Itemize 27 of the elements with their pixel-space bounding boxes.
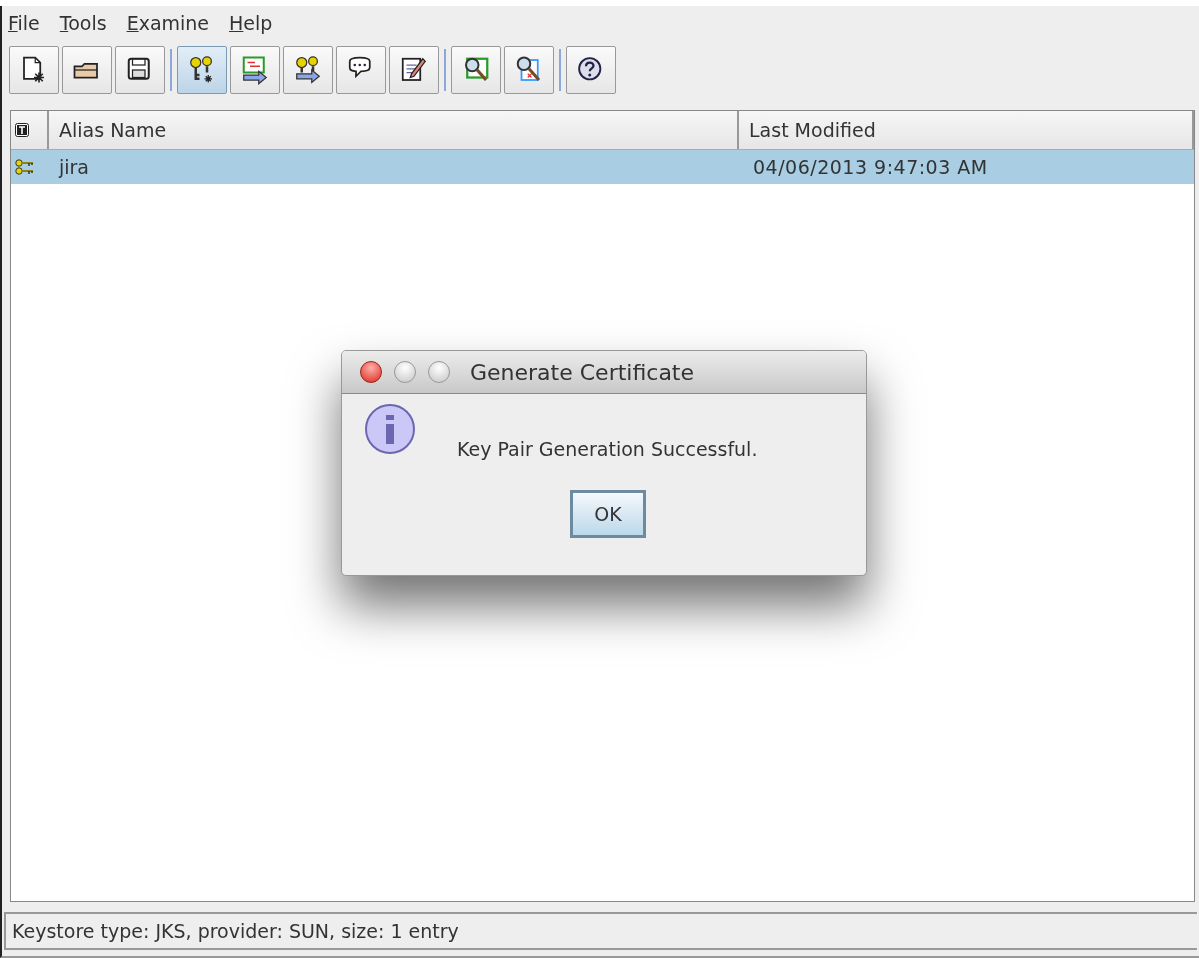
toolbar-button[interactable] bbox=[177, 46, 227, 94]
menu-item[interactable]: Tools bbox=[59, 12, 107, 34]
toolbar-button[interactable] bbox=[9, 46, 59, 94]
toolbar-button[interactable] bbox=[566, 46, 616, 94]
table-cell-text: jira bbox=[57, 155, 90, 180]
toolbar-button[interactable] bbox=[230, 46, 280, 94]
toolbar-button[interactable] bbox=[62, 46, 112, 94]
window-close-button[interactable] bbox=[360, 361, 382, 383]
toolbar-button[interactable] bbox=[389, 46, 439, 94]
status-bar: Keystore type: JKS, provider: SUN, size: 1 entry bbox=[4, 912, 1197, 950]
certificate-arrow-icon bbox=[240, 55, 270, 85]
menu-item[interactable]: Help bbox=[229, 12, 273, 34]
table-row[interactable]: jira 04/06/2013 9:47:03 AM bbox=[11, 150, 1194, 184]
key-pair-icon bbox=[14, 158, 34, 176]
toolbar-button[interactable] bbox=[504, 46, 554, 94]
type-column-icon bbox=[15, 123, 29, 137]
keys-arrow-icon bbox=[293, 55, 323, 85]
toolbar-button[interactable] bbox=[336, 46, 386, 94]
toolbar-button[interactable] bbox=[115, 46, 165, 94]
table-cell-text: 04/06/2013 9:47:03 AM bbox=[752, 155, 989, 180]
toolbar-button[interactable] bbox=[451, 46, 501, 94]
window-title: Generate Certificate bbox=[470, 359, 695, 385]
toolbar-button[interactable] bbox=[283, 46, 333, 94]
menu-item[interactable]: Examine bbox=[126, 12, 210, 34]
message-text: Key Pair Generation Successful. bbox=[457, 438, 758, 460]
ok-button[interactable]: OK bbox=[570, 490, 646, 538]
menu-item[interactable]: File bbox=[8, 12, 40, 34]
